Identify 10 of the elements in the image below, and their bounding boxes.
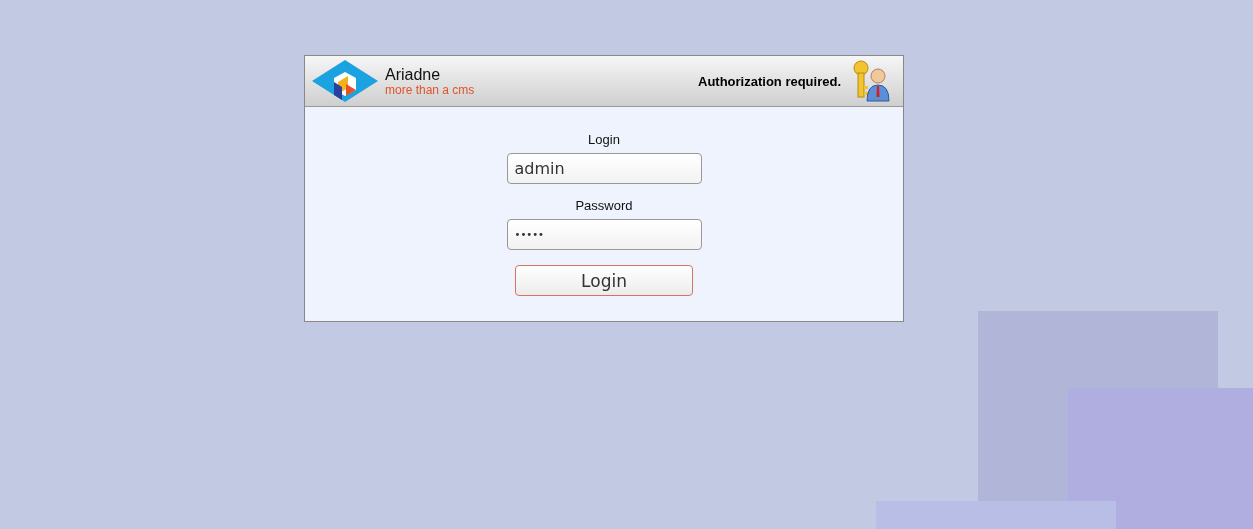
- field-label: Login: [588, 132, 620, 147]
- brand-name: Ariadne: [385, 65, 442, 84]
- field-label: Password: [575, 198, 633, 213]
- password-field[interactable]: •••••: [506, 219, 702, 250]
- key-user-icon: [853, 60, 891, 102]
- login-field[interactable]: admin: [506, 153, 702, 184]
- tagline: more than a cms: [385, 83, 475, 97]
- notice-text: Authorization required.: [698, 73, 841, 89]
- login-button[interactable]: Login: [515, 265, 693, 296]
- logo-icon: [312, 60, 378, 102]
